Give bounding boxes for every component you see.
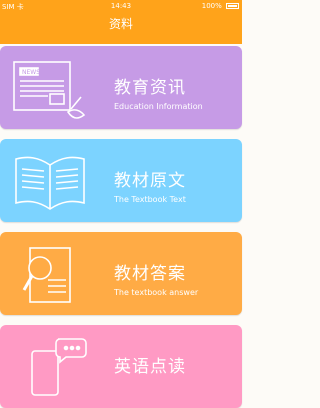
card-title: 教育资讯 — [114, 78, 186, 98]
battery-status: 100% — [202, 2, 239, 10]
card-english-reading[interactable]: 英语点读 — [0, 325, 242, 408]
card-subtitle: Education Information — [114, 102, 203, 111]
newspaper-icon: NEWS — [13, 61, 86, 119]
magnifier-document-icon — [22, 247, 71, 303]
card-title: 教材答案 — [114, 264, 186, 284]
page-title: 资料 — [108, 17, 133, 31]
phone-chat-icon — [31, 338, 87, 396]
status-bar: SIM 卡 14:43 100% — [0, 0, 242, 14]
top-bar: SIM 卡 14:43 100% 资料 — [0, 0, 242, 44]
card-subtitle: The textbook answer — [114, 288, 199, 297]
open-book-icon — [15, 156, 85, 210]
card-textbook-answer[interactable]: 教材答案 The textbook answer — [0, 232, 242, 315]
card-education-information[interactable]: NEWS 教育资讯 Education Information — [0, 46, 242, 129]
battery-percent: 100% — [201, 2, 222, 10]
card-subtitle: The Textbook Text — [114, 195, 186, 204]
card-title: 教材原文 — [114, 171, 186, 191]
card-title: 英语点读 — [114, 357, 186, 377]
svg-text:NEWS: NEWS — [22, 69, 40, 76]
card-textbook-text[interactable]: 教材原文 The Textbook Text — [0, 139, 242, 222]
battery-icon — [226, 3, 239, 9]
